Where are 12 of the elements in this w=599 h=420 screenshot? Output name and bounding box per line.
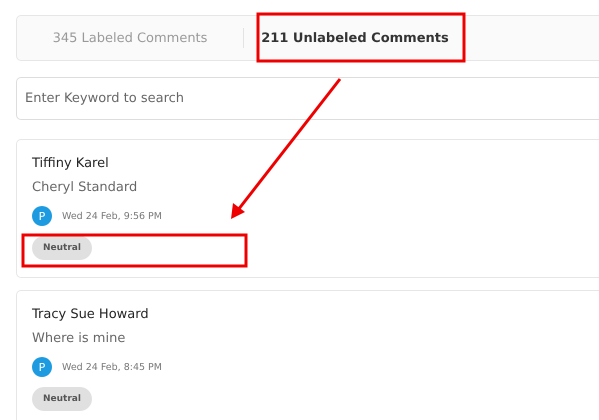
sentiment-tag[interactable]: Neutral [32, 387, 92, 411]
comment-text: Cheryl Standard [32, 180, 138, 197]
search-field[interactable]: Enter Keyword to search [16, 77, 599, 120]
avatar: P [32, 357, 52, 377]
comment-time: Wed 24 Feb, 9:56 PM [62, 210, 162, 222]
avatar: P [32, 206, 52, 226]
sentiment-tag[interactable]: Neutral [32, 236, 92, 260]
comment-time: Wed 24 Feb, 8:45 PM [62, 362, 162, 372]
comment-author: Tracy Sue Howard [32, 307, 149, 324]
tab[interactable]: 211 Unlabeled Comments [244, 16, 466, 60]
comment-author: Tiffiny Karel [32, 156, 109, 173]
comment-text: Where is mine [32, 331, 126, 348]
